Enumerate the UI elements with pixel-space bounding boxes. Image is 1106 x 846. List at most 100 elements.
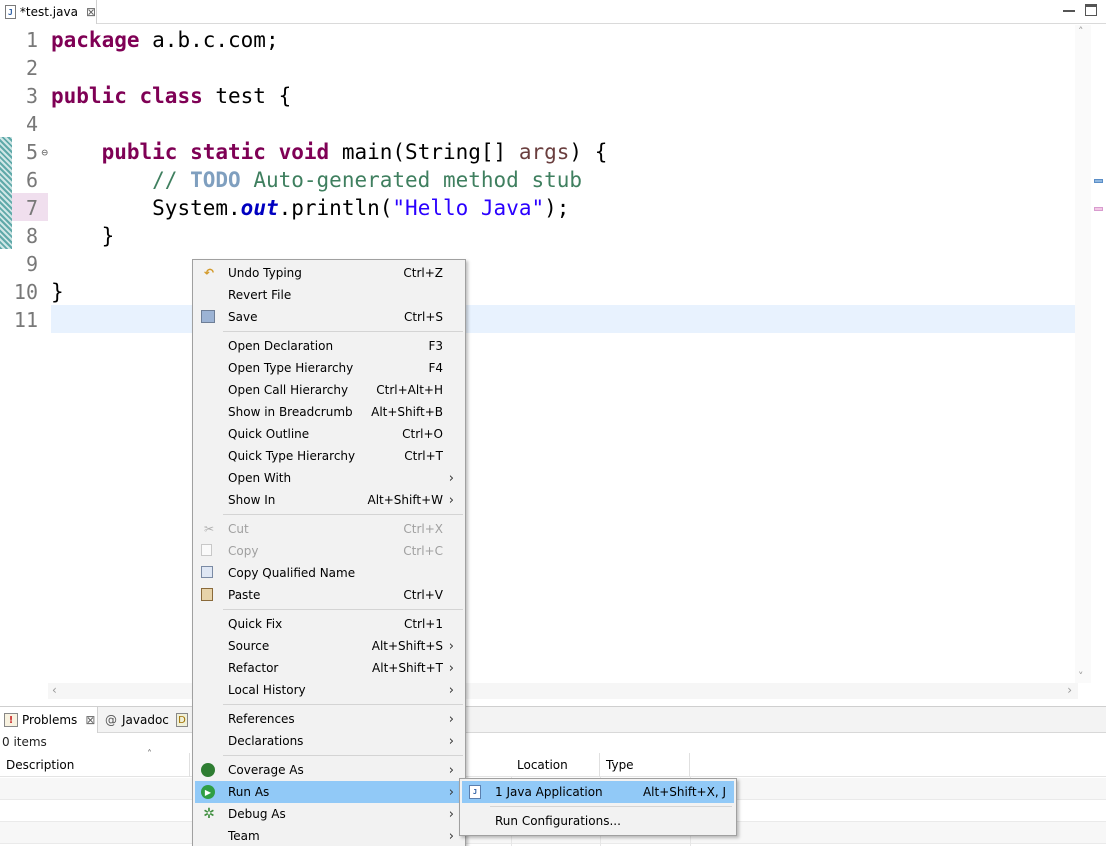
menu-item-open-declaration[interactable]: Open Declaration F3 [195,335,463,357]
menu-item-source[interactable]: Source Alt+Shift+S › [195,635,463,657]
code-text: main(String[] [329,140,519,164]
problems-icon: ! [4,713,18,727]
overview-ruler[interactable] [1092,25,1106,683]
menu-item-accelerator: Ctrl+C [403,544,443,558]
editor-context-menu: ↶ Undo Typing Ctrl+Z Revert File Save Ct… [192,259,466,846]
menu-item-declarations[interactable]: Declarations › [195,730,463,752]
menu-item-local-history[interactable]: Local History › [195,679,463,701]
submenu-arrow-icon: › [448,660,454,676]
line-number: 5 [25,140,38,164]
menu-item-label: Open With [228,471,292,485]
keyword: public [101,140,178,164]
menu-item-open-with[interactable]: Open With › [195,467,463,489]
save-icon [201,310,215,323]
submenu-item-label: Run Configurations... [495,814,621,828]
column-header-location[interactable]: Location [511,753,600,777]
menu-item-run-as[interactable]: ▶ Run As › [195,781,463,803]
submenu-item-accelerator: Alt+Shift+X, J [642,785,726,799]
java-file-icon: J [5,5,16,19]
menu-item-quick-type-hierarchy[interactable]: Quick Type Hierarchy Ctrl+T [195,445,463,467]
menu-item-accelerator: Ctrl+V [403,588,443,602]
menu-separator [223,331,463,332]
column-header-description[interactable]: Description [0,753,190,777]
line-number: 1 [25,28,38,52]
menu-item-label: Show In [228,493,276,507]
scroll-up-icon[interactable]: ˄ [1078,25,1084,38]
menu-item-copy-qualified-name[interactable]: Copy Qualified Name [195,562,463,584]
menu-separator [490,806,732,807]
code-line-8[interactable]: } [51,221,1075,249]
comment: // [152,168,191,192]
line-number-ruler: 1 2 3 4 5 ⊖ 6 7 8 9 10 11 [12,25,48,333]
menu-item-undo-typing[interactable]: ↶ Undo Typing Ctrl+Z [195,262,463,284]
menu-item-show-in[interactable]: Show In Alt+Shift+W › [195,489,463,511]
menu-item-accelerator: Ctrl+O [402,427,443,441]
code-line-3[interactable]: public class test { [51,81,1075,109]
menu-item-accelerator: Ctrl+X [403,522,443,536]
menu-item-copy[interactable]: Copy Ctrl+C [195,540,463,562]
submenu-item-java-application[interactable]: J 1 Java Application Alt+Shift+X, J [462,781,734,803]
code-line-5[interactable]: public static void main(String[] args) { [51,137,1075,165]
code-editor[interactable]: 1 2 3 4 5 ⊖ 6 7 8 9 10 11 package a.b.c.c… [0,25,1106,705]
menu-item-cut[interactable]: ✂ Cut Ctrl+X [195,518,463,540]
menu-item-label: Source [228,639,270,653]
menu-separator [223,704,463,705]
editor-tab-label: *test.java [19,5,78,19]
menu-item-open-type-hierarchy[interactable]: Open Type Hierarchy F4 [195,357,463,379]
scroll-right-icon[interactable]: › [1067,683,1072,697]
undo-icon: ↶ [203,266,215,280]
code-text: } [101,224,115,248]
menu-item-label: Copy Qualified Name [228,566,356,580]
scroll-down-icon[interactable]: ˅ [1078,670,1084,683]
code-text: } [51,280,64,304]
vertical-scrollbar[interactable]: ˄ ˅ [1075,25,1091,683]
keyword: class [139,84,203,108]
code-line-6[interactable]: // TODO Auto-generated method stub [51,165,1075,193]
menu-item-team[interactable]: Team › [195,825,463,846]
overview-marker[interactable] [1094,207,1103,211]
code-line-2[interactable] [51,53,1075,81]
menu-separator [223,755,463,756]
code-text: ) { [569,140,608,164]
menu-item-label: Local History [228,683,306,697]
menu-item-show-in-breadcrumb[interactable]: Show in Breadcrumb Alt+Shift+B [195,401,463,423]
menu-item-label: Save [228,310,258,324]
paste-icon [201,588,213,601]
menu-item-refactor[interactable]: Refactor Alt+Shift+T › [195,657,463,679]
menu-item-revert-file[interactable]: Revert File [195,284,463,306]
menu-item-debug-as[interactable]: ✲ Debug As › [195,803,463,825]
menu-item-accelerator: Alt+Shift+T [372,661,443,675]
menu-item-label: Run As [228,785,270,799]
overview-marker[interactable] [1094,179,1103,183]
tab-javadoc[interactable]: @ Javadoc [100,707,172,733]
code-line-1[interactable]: package a.b.c.com; [51,25,1075,53]
close-icon[interactable]: ⊠ [86,5,96,19]
menu-item-open-call-hierarchy[interactable]: Open Call Hierarchy Ctrl+Alt+H [195,379,463,401]
menu-item-references[interactable]: References › [195,708,463,730]
minimize-icon[interactable] [1063,4,1075,12]
editor-tab-test-java[interactable]: J *test.java ⊠ [0,0,97,24]
java-app-icon: J [469,785,481,799]
editor-tab-bar: J *test.java ⊠ [0,0,1106,24]
submenu-item-run-configurations[interactable]: Run Configurations... [462,810,734,832]
menu-item-quick-outline[interactable]: Quick Outline Ctrl+O [195,423,463,445]
tab-problems[interactable]: ! Problems ⊠ [0,707,98,733]
scroll-left-icon[interactable]: ‹ [52,683,57,697]
code-line-7[interactable]: System.out.println("Hello Java"); [51,193,1075,221]
tab-declaration[interactable]: D [172,707,192,733]
tab-label: Javadoc [122,713,169,727]
line-number: 4 [25,112,38,136]
collapse-icon[interactable]: ⊖ [41,138,48,168]
menu-item-quick-fix[interactable]: Quick Fix Ctrl+1 [195,613,463,635]
submenu-arrow-icon: › [448,711,454,727]
tab-label: Problems [22,713,78,727]
menu-item-label: Coverage As [228,763,304,777]
menu-item-coverage-as[interactable]: Coverage As › [195,759,463,781]
menu-item-save[interactable]: Save Ctrl+S [195,306,463,328]
column-header-type[interactable]: Type [600,753,690,777]
close-icon[interactable]: ⊠ [85,713,95,727]
problems-table-header: Description Location Type [0,753,1106,777]
menu-item-paste[interactable]: Paste Ctrl+V [195,584,463,606]
code-line-4[interactable] [51,109,1075,137]
maximize-icon[interactable] [1085,4,1097,16]
